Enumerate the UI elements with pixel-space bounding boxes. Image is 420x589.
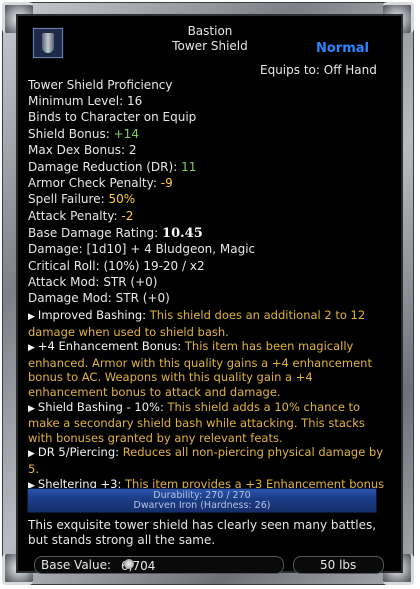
property-row: Max Dex Bonus: 2	[28, 143, 137, 158]
prop-value: 11	[181, 160, 197, 174]
prop-value: 10.45	[162, 226, 203, 241]
effect-name: +4 Enhancement Bonus:	[37, 339, 182, 354]
effect-item[interactable]: ▶ +4 Enhancement Bonus: This item has bee…	[28, 339, 388, 399]
prop-label: Shield Bonus:	[28, 127, 110, 141]
effect-name: DR 5/Piercing:	[37, 445, 120, 460]
expand-arrow-icon: ▶	[28, 403, 35, 414]
base-value-label: Base Value:	[41, 558, 112, 572]
prop-value: -2	[121, 209, 134, 223]
item-description: This exquisite tower shield has clearly …	[28, 518, 377, 547]
item-name: Bastion	[187, 24, 233, 38]
prop-value: +14	[113, 127, 139, 141]
prop-label: Max Dex Bonus:	[28, 143, 126, 157]
property-row: Attack Mod: STR (+0)	[28, 275, 157, 290]
property-row: Damage: [1d10] + 4 Bludgeon, Magic	[28, 242, 255, 257]
expand-arrow-icon: ▶	[28, 449, 35, 460]
prop-label: Damage Mod:	[28, 291, 112, 305]
prop-value: STR (+0)	[115, 291, 170, 305]
property-row: Spell Failure: 50%	[28, 192, 135, 207]
prop-label: Attack Penalty:	[28, 209, 118, 223]
weight-bar: 50 lbs	[293, 556, 384, 574]
prop-label: Attack Mod:	[28, 275, 100, 289]
prop-label: Spell Failure:	[28, 192, 105, 206]
property-row: Critical Roll: (10%) 19-20 / x2	[28, 259, 205, 274]
equips-to-label: Equips to:	[260, 63, 320, 77]
property-row: Tower Shield Proficiency	[28, 78, 173, 93]
effects-list: ▶ Improved Bashing: This shield does an a…	[28, 308, 388, 508]
prop-value: STR (+0)	[103, 275, 158, 289]
weight-value: 50 lbs	[320, 558, 357, 572]
prop-value: 2	[128, 143, 137, 157]
prop-value: 50%	[108, 192, 136, 206]
expand-arrow-icon: ▶	[28, 343, 35, 354]
property-row: Binds to Character on Equip	[28, 110, 196, 125]
effect-item[interactable]: ▶ Shield Bashing - 10%: This shield adds …	[28, 400, 388, 446]
effect-name: Shield Bashing - 10%:	[37, 399, 164, 414]
coin-icon	[124, 559, 134, 569]
prop-label: Damage Reduction (DR):	[28, 160, 178, 174]
property-row: Damage Mod: STR (+0)	[28, 291, 170, 306]
prop-value: (10%) 19-20 / x2	[103, 259, 205, 273]
base-value-bar: Base Value: 6,704	[34, 556, 284, 574]
effect-item[interactable]: ▶ Improved Bashing: This shield does an a…	[28, 308, 388, 339]
prop-label: Damage:	[28, 242, 83, 256]
prop-label: Binds to Character on Equip	[28, 110, 197, 124]
equips-to: Equips to: Off Hand	[260, 63, 377, 78]
property-row: Armor Check Penalty: -9	[28, 176, 173, 191]
item-rarity: Normal	[316, 41, 369, 56]
effect-name: Improved Bashing:	[37, 308, 147, 322]
prop-label: Tower Shield Proficiency	[28, 78, 173, 92]
prop-value: -9	[160, 176, 173, 190]
expand-arrow-icon: ▶	[28, 312, 35, 322]
prop-label: Minimum Level:	[28, 94, 124, 108]
prop-label: Base Damage Rating:	[28, 226, 159, 240]
durability-bar: Durability: 270 / 270 Dwarven Iron (Hard…	[27, 488, 377, 513]
prop-label: Critical Roll:	[28, 259, 100, 273]
property-row: Shield Bonus: +14	[28, 127, 139, 142]
property-row: Minimum Level: 16	[28, 94, 142, 109]
prop-label: Armor Check Penalty:	[28, 176, 157, 190]
material-text: Dwarven Iron (Hardness: 26)	[133, 500, 271, 511]
effect-item[interactable]: ▶ DR 5/Piercing: Reduces all non-piercing…	[28, 445, 388, 476]
property-row: Base Damage Rating: 10.45	[28, 226, 203, 241]
prop-value: [1d10] + 4 Bludgeon, Magic	[86, 242, 256, 256]
property-row: Damage Reduction (DR): 11	[28, 160, 196, 175]
property-row: Attack Penalty: -2	[28, 209, 133, 224]
prop-value: 16	[126, 94, 143, 108]
equips-to-value: Off Hand	[323, 63, 377, 77]
